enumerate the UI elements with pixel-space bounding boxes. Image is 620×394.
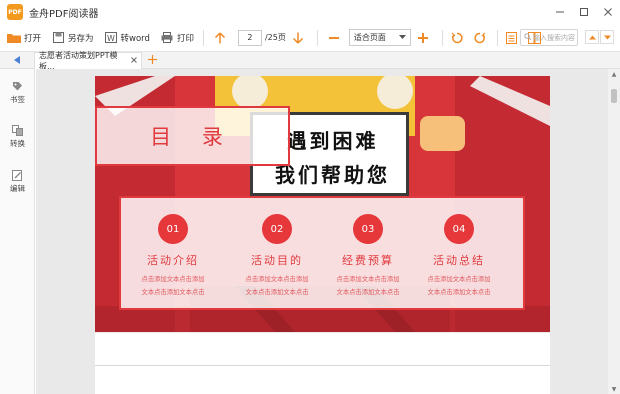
- section-desc: 文本点击添加文本点击: [245, 289, 309, 296]
- single-page-icon: [505, 31, 519, 44]
- convert-icon: [12, 125, 23, 136]
- tab-document[interactable]: 志愿者活动策划PPT模板...: [34, 51, 142, 71]
- section-desc: 点击添加文本点击添加: [336, 276, 400, 283]
- section-desc: 点击添加文本点击添加: [141, 276, 205, 283]
- section-item: 01 活动介绍 点击添加文本点击添加 文本点击添加文本点击: [123, 198, 223, 312]
- zoom-out-button[interactable]: [322, 27, 349, 49]
- rotate-right-button[interactable]: [470, 27, 493, 49]
- minus-icon: [327, 32, 341, 44]
- svg-text:W: W: [107, 34, 115, 43]
- save-as-button[interactable]: 另存为: [46, 27, 99, 49]
- search-prev-button[interactable]: [585, 30, 599, 44]
- print-button[interactable]: 打印: [155, 27, 199, 49]
- scroll-down-icon[interactable]: ▼: [608, 384, 620, 394]
- save-icon: [51, 32, 65, 44]
- section-number: 03: [353, 214, 383, 244]
- app-logo: PDF: [7, 4, 23, 20]
- section-title: 经费预算: [342, 254, 394, 267]
- rotate-right-icon: [473, 32, 487, 44]
- toolbar-separator: [202, 29, 204, 46]
- sidebar-item-label: 转换: [10, 139, 25, 148]
- scrollbar-thumb[interactable]: [611, 89, 617, 103]
- sidebar-item-convert[interactable]: 转换: [0, 125, 35, 149]
- printer-icon: [160, 32, 174, 44]
- rotate-left-button[interactable]: [447, 27, 470, 49]
- caret-up-icon: [588, 35, 596, 39]
- document-viewer[interactable]: 遇到困难 我们帮助您 目 录 01 活动介绍 点击添加文本点击添加 文本点击添加…: [36, 69, 608, 394]
- plus-icon: [416, 32, 430, 44]
- to-word-label: 转word: [120, 33, 150, 44]
- edit-icon: [12, 170, 22, 181]
- minimize-icon[interactable]: [548, 0, 572, 24]
- pdf-page-slide: 遇到困难 我们帮助您 目 录 01 活动介绍 点击添加文本点击添加 文本点击添加…: [95, 76, 550, 332]
- maximize-icon[interactable]: [572, 0, 596, 24]
- chevron-down-icon: [398, 33, 406, 42]
- search-icon: [524, 33, 532, 42]
- zoom-select[interactable]: 适合页面: [348, 29, 411, 46]
- print-label: 打印: [176, 33, 194, 44]
- title-bar: PDF 金舟PDF阅读器: [0, 0, 620, 24]
- zoom-in-button[interactable]: [411, 27, 438, 49]
- open-button[interactable]: 打开: [2, 27, 46, 49]
- open-label: 打开: [24, 33, 42, 44]
- pdf-page-next: [95, 333, 550, 394]
- section-title: 活动目的: [251, 254, 303, 267]
- toolbar-separator: [496, 29, 498, 46]
- toolbar: 打开 另存为 W 转word 打印 2 /25页 适合页面 输入搜索内容: [0, 24, 620, 52]
- to-word-button[interactable]: W 转word: [99, 27, 155, 49]
- search-placeholder: 输入搜索内容: [533, 33, 575, 42]
- section-number: 02: [262, 214, 292, 244]
- sidebar-item-label: 书签: [10, 95, 25, 104]
- section-desc: 文本点击添加文本点击: [141, 289, 205, 296]
- tab-bar: 志愿者活动策划PPT模板...: [0, 51, 620, 71]
- toc-title: 目 录: [150, 125, 235, 149]
- window-controls: [548, 0, 620, 24]
- toolbar-separator: [316, 29, 318, 46]
- sidebar: 书签 转换 编辑: [0, 69, 35, 394]
- app-title: 金舟PDF阅读器: [29, 8, 99, 20]
- word-icon: W: [104, 32, 118, 44]
- next-page-button[interactable]: [286, 27, 313, 49]
- scroll-up-icon[interactable]: ▲: [608, 69, 620, 79]
- sidebar-item-edit[interactable]: 编辑: [0, 170, 35, 194]
- section-number: 04: [444, 214, 474, 244]
- bookmark-icon: [13, 82, 22, 91]
- tab-close-icon[interactable]: [131, 56, 137, 65]
- arrow-down-icon: [291, 32, 305, 44]
- rotate-left-icon: [450, 32, 464, 44]
- search-next-button[interactable]: [600, 30, 614, 44]
- section-title: 活动总结: [433, 254, 485, 267]
- save-as-label: 另存为: [68, 33, 94, 44]
- vertical-scrollbar[interactable]: ▲ ▼: [608, 69, 620, 394]
- section-desc: 点击添加文本点击添加: [245, 276, 309, 283]
- section-number: 01: [158, 214, 188, 244]
- sidebar-item-bookmark[interactable]: 书签: [0, 81, 35, 105]
- section-item: 04 活动总结 点击添加文本点击添加 文本点击添加文本点击: [409, 198, 509, 312]
- section-desc: 文本点击添加文本点击: [336, 289, 400, 296]
- caret-left-icon: [14, 56, 20, 64]
- page-divider: [95, 365, 550, 366]
- section-desc: 点击添加文本点击添加: [427, 276, 491, 283]
- plus-icon: [148, 54, 157, 64]
- section-item: 03 经费预算 点击添加文本点击添加 文本点击添加文本点击: [318, 198, 418, 312]
- add-tab-button[interactable]: [148, 54, 157, 67]
- folder-icon: [7, 32, 21, 44]
- caret-down-icon: [603, 35, 611, 39]
- prev-page-button[interactable]: [208, 27, 235, 49]
- arrow-up-icon: [213, 31, 227, 44]
- zoom-value: 适合页面: [353, 33, 386, 42]
- sidebar-toggle-button[interactable]: [0, 52, 34, 69]
- section-desc: 文本点击添加文本点击: [427, 289, 491, 296]
- section-title: 活动介绍: [147, 254, 199, 267]
- sections-panel: 01 活动介绍 点击添加文本点击添加 文本点击添加文本点击 02 活动目的 点击…: [119, 196, 525, 310]
- section-item: 02 活动目的 点击添加文本点击添加 文本点击添加文本点击: [227, 198, 327, 312]
- sidebar-item-label: 编辑: [10, 184, 25, 193]
- toolbar-separator: [441, 29, 443, 46]
- total-pages-label: /25页: [264, 33, 286, 42]
- search-input[interactable]: 输入搜索内容: [520, 29, 578, 46]
- close-icon[interactable]: [596, 0, 620, 24]
- toc-heading-box: 目 录: [95, 106, 290, 166]
- page-number-input[interactable]: 2: [237, 29, 262, 46]
